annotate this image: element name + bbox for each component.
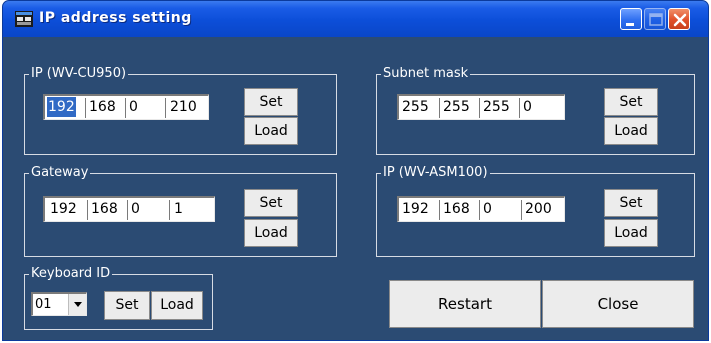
restart-button[interactable]: Restart	[389, 280, 541, 328]
subnet-mask-field[interactable]: 255 255 255 0	[397, 94, 565, 120]
ip-cu950-load-button[interactable]: Load	[244, 117, 298, 145]
gateway-octet-2[interactable]: 168	[90, 199, 118, 219]
close-icon	[673, 13, 687, 27]
gateway-octet-4[interactable]: 1	[173, 199, 183, 219]
keyboard-load-button[interactable]: Load	[151, 291, 203, 320]
title-bar: IP address setting	[3, 1, 708, 37]
octet-separator	[521, 200, 522, 220]
ip-cu950-octet-3[interactable]: 0	[128, 97, 138, 117]
keyboard-id-dropdown-button[interactable]	[68, 294, 86, 315]
ip-cu950-octet-4[interactable]: 210	[169, 97, 197, 117]
octet-separator	[125, 98, 126, 118]
gateway-set-button[interactable]: Set	[244, 189, 298, 217]
keyboard-id-select[interactable]: 01	[31, 292, 87, 316]
gateway-group: Gateway 192 168 0 1 Set Load	[24, 165, 337, 257]
ip-asm100-label: IP (WV-ASM100)	[381, 165, 490, 181]
subnet-octet-2[interactable]: 255	[442, 97, 470, 117]
ip-cu950-label: IP (WV-CU950)	[29, 66, 129, 82]
octet-separator	[127, 200, 128, 220]
gateway-label: Gateway	[29, 165, 91, 181]
asm100-octet-4[interactable]: 200	[524, 199, 552, 219]
ip-cu950-octet-2[interactable]: 168	[88, 97, 116, 117]
octet-separator	[479, 200, 480, 220]
gateway-field[interactable]: 192 168 0 1	[43, 196, 215, 222]
octet-separator	[85, 98, 86, 118]
octet-separator	[169, 200, 170, 220]
ip-cu950-field[interactable]: 192 168 0 210	[43, 94, 209, 120]
maximize-button[interactable]	[644, 8, 666, 30]
asm100-load-button[interactable]: Load	[604, 219, 658, 247]
window-title: IP address setting	[39, 10, 192, 26]
chevron-down-icon	[74, 302, 82, 307]
subnet-mask-label: Subnet mask	[381, 66, 471, 82]
ip-cu950-set-button[interactable]: Set	[244, 88, 298, 116]
asm100-set-button[interactable]: Set	[604, 189, 658, 217]
ip-cu950-group: IP (WV-CU950) 192 168 0 210 Set Load	[24, 66, 337, 155]
subnet-load-button[interactable]: Load	[604, 117, 658, 145]
ip-address-setting-window: IP address setting IP (WV-CU950) 192 168	[2, 0, 709, 341]
minimize-icon	[626, 23, 634, 26]
subnet-set-button[interactable]: Set	[604, 88, 658, 116]
keyboard-id-label: Keyboard ID	[29, 266, 113, 282]
gateway-octet-1[interactable]: 192	[49, 199, 77, 219]
octet-separator	[87, 200, 88, 220]
keyboard-id-group: Keyboard ID 01 Set Load	[24, 266, 213, 330]
gateway-octet-3[interactable]: 0	[130, 199, 140, 219]
subnet-octet-3[interactable]: 255	[482, 97, 510, 117]
octet-separator	[165, 98, 166, 118]
close-window-button[interactable]	[668, 8, 690, 30]
minimize-button[interactable]	[620, 8, 642, 30]
octet-separator	[479, 98, 480, 118]
octet-separator	[439, 98, 440, 118]
keyboard-id-value: 01	[35, 297, 52, 312]
ip-asm100-group: IP (WV-ASM100) 192 168 0 200 Set Load	[376, 165, 695, 257]
ip-cu950-octet-1[interactable]: 192	[47, 97, 76, 117]
octet-separator	[439, 200, 440, 220]
close-button[interactable]: Close	[542, 280, 694, 328]
asm100-octet-2[interactable]: 168	[442, 199, 470, 219]
gateway-load-button[interactable]: Load	[244, 219, 298, 247]
ip-asm100-field[interactable]: 192 168 0 200	[397, 196, 565, 222]
subnet-mask-group: Subnet mask 255 255 255 0 Set Load	[376, 66, 695, 155]
maximize-icon	[649, 13, 663, 26]
asm100-octet-1[interactable]: 192	[401, 199, 429, 219]
subnet-octet-1[interactable]: 255	[401, 97, 429, 117]
app-window-icon	[15, 11, 33, 27]
asm100-octet-3[interactable]: 0	[482, 199, 492, 219]
subnet-octet-4[interactable]: 0	[522, 97, 532, 117]
keyboard-set-button[interactable]: Set	[104, 291, 150, 320]
octet-separator	[519, 98, 520, 118]
